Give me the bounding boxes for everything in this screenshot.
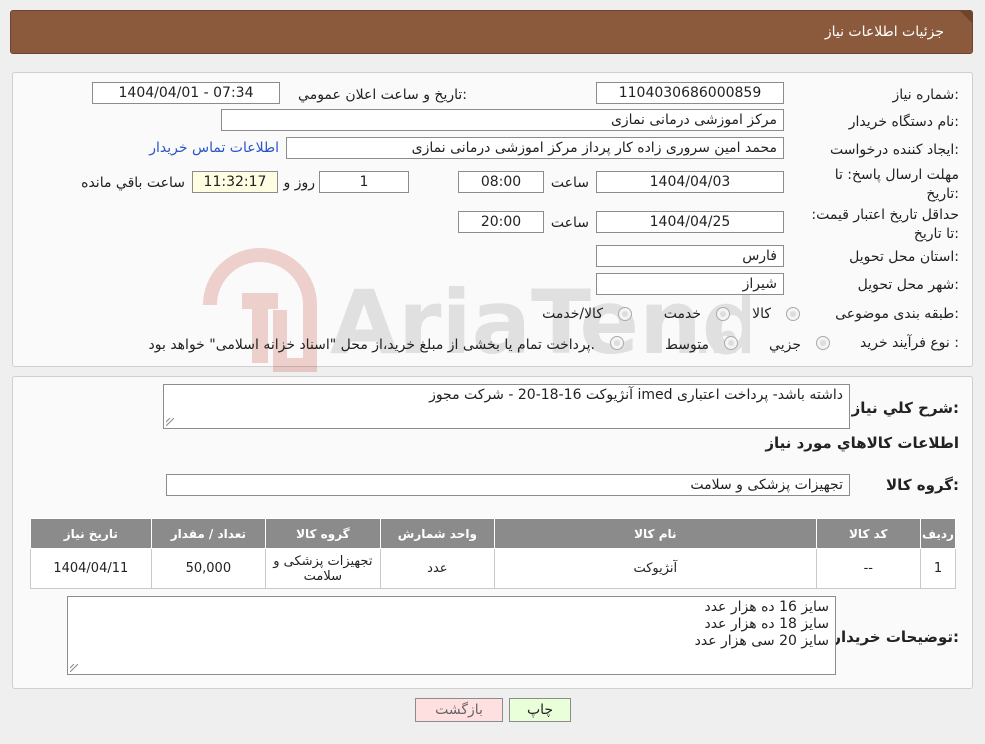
table-row: 1 -- آنژیوکت عدد تجهيزات پزشکی و سلامت 5… — [30, 548, 957, 589]
validity-time-label: ساعت — [550, 215, 589, 231]
category-goods-label: کالا — [752, 306, 771, 322]
cell-row: 1 — [919, 548, 957, 589]
city-label: شهر محل تحويل: — [857, 277, 959, 293]
col-group: گروه کالا — [265, 518, 381, 549]
buyer-notes-textarea[interactable]: سایز 16 ده هزار عدد سایز 18 ده هزار عدد … — [67, 596, 836, 675]
category-service-radio[interactable] — [716, 307, 730, 321]
goods-table: رديف کد کالا نام کالا واحد شمارش گروه کا… — [30, 518, 957, 589]
summary-textarea[interactable]: آنژیوکت 16-18-20 - شرکت مجوز imed داشته … — [163, 384, 850, 429]
goods-section-title: اطلاعات کالاهاي مورد نياز — [765, 434, 959, 452]
col-qty: تعداد / مقدار — [150, 518, 267, 549]
page-header: جزئیات اطلاعات نیاز — [10, 10, 973, 54]
validity-time-field: 20:00 — [458, 211, 544, 233]
buyer-notes-line: سایز 18 ده هزار عدد — [704, 616, 829, 632]
goods-table-header: رديف کد کالا نام کالا واحد شمارش گروه کا… — [30, 518, 957, 549]
buyer-org-field: مرکز اموزشی درمانی نمازی — [221, 109, 784, 131]
remaining-days-label: روز و — [283, 175, 316, 191]
col-date: تاريخ نياز — [30, 518, 152, 549]
goods-group-label: گروه کالا: — [886, 476, 959, 494]
cell-name: آنژیوکت — [494, 548, 817, 589]
province-label: استان محل تحويل: — [849, 249, 959, 265]
category-goods-radio[interactable] — [786, 307, 800, 321]
deadline-date-field: 1404/04/03 — [596, 171, 784, 193]
province-field: فارس — [596, 245, 784, 267]
cell-group: تجهيزات پزشکی و سلامت — [265, 548, 381, 589]
process-minor-label: جزيي — [769, 337, 801, 353]
category-goods-service-radio[interactable] — [618, 307, 632, 321]
buyer-notes-line: سایز 16 ده هزار عدد — [704, 599, 829, 615]
process-label: نوع فرآيند خريد : — [860, 335, 959, 351]
announce-datetime-label: تاریخ و ساعت اعلان عمومي: — [298, 87, 467, 103]
buyer-org-label: نام دستگاه خريدار: — [848, 114, 959, 130]
category-label: طبقه بندی موضوعی: — [835, 306, 959, 322]
cell-qty: 50,000 — [150, 548, 267, 589]
process-medium-radio[interactable] — [724, 336, 738, 350]
goods-group-field: تجهيزات پزشکی و سلامت — [166, 474, 850, 496]
process-minor-radio[interactable] — [816, 336, 830, 350]
col-code: کد کالا — [815, 518, 921, 549]
need-number-label: شماره نیاز: — [892, 87, 959, 103]
deadline-label: مهلت ارسال پاسخ: تا تاريخ: — [834, 167, 959, 202]
validity-date-field: 1404/04/25 — [596, 211, 784, 233]
buyer-notes-line: سایز 20 سی هزار عدد — [694, 633, 829, 649]
print-button[interactable]: چاپ — [509, 698, 571, 722]
summary-text: آنژیوکت 16-18-20 - شرکت مجوز imed داشته … — [429, 387, 843, 403]
city-field: شيراز — [596, 273, 784, 295]
remaining-time-field: 11:32:17 — [192, 171, 278, 193]
cell-date: 1404/04/11 — [30, 548, 152, 589]
buyer-notes-label: توضيحات خريدار: — [832, 628, 959, 646]
col-name: نام کالا — [494, 518, 817, 549]
resize-grip-icon[interactable] — [166, 418, 174, 426]
resize-grip-icon[interactable] — [70, 664, 78, 672]
remaining-time-label: ساعت باقي مانده — [81, 175, 185, 191]
col-unit: واحد شمارش — [379, 518, 496, 549]
need-number-field: 1104030686000859 — [596, 82, 784, 104]
category-goods-service-label: کالا/خدمت — [542, 306, 603, 322]
process-treasury-note: پرداخت تمام يا بخشی از مبلغ خريد،از محل … — [148, 337, 595, 353]
cell-code: -- — [815, 548, 921, 589]
deadline-time-field: 08:00 — [458, 171, 544, 193]
remaining-days-field: 1 — [319, 171, 409, 193]
process-medium-label: متوسط — [665, 337, 709, 353]
creator-field: محمد امین سروری زاده کار پرداز مرکز اموز… — [286, 137, 784, 159]
summary-label: شرح کلي نياز: — [851, 399, 959, 417]
back-button[interactable]: بازگشت — [415, 698, 503, 722]
validity-label: حداقل تاريخ اعتبار قيمت: تا تاريخ: — [811, 207, 959, 242]
col-row: رديف — [919, 518, 957, 549]
cell-unit: عدد — [379, 548, 496, 589]
corner-decoration-icon — [960, 11, 972, 23]
deadline-time-label: ساعت — [550, 175, 589, 191]
page-title: جزئیات اطلاعات نیاز — [824, 24, 944, 40]
creator-label: ايجاد کننده درخواست: — [830, 142, 959, 158]
category-service-label: خدمت — [663, 306, 701, 322]
announce-datetime-field: 1404/04/01 - 07:34 — [92, 82, 280, 104]
buyer-contact-link[interactable]: اطلاعات تماس خريدار — [149, 140, 279, 156]
process-treasury-radio[interactable] — [610, 336, 624, 350]
